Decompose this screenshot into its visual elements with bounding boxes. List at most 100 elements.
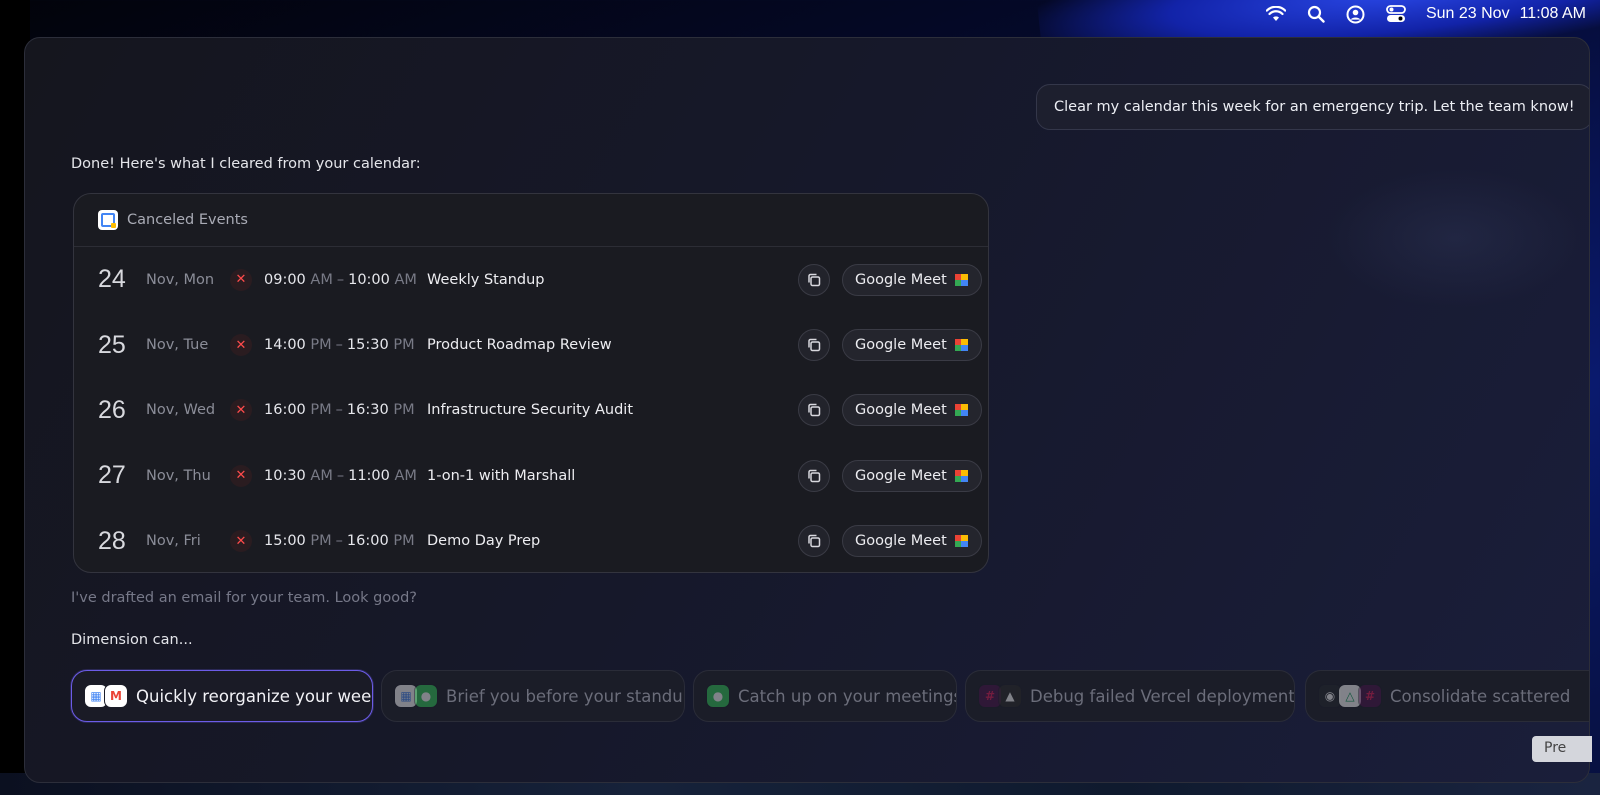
suggestion-chip[interactable]: ▦ ● Brief you before your standup (381, 670, 685, 722)
event-day-number: 24 (98, 265, 126, 294)
event-end-time: 16:00 (346, 533, 389, 550)
event-title: Product Roadmap Review (427, 337, 612, 354)
event-time: 14:00 PM –15:30 PM (264, 337, 427, 353)
suggestion-chip[interactable]: ● Catch up on your meetings (693, 670, 957, 722)
event-end-meridiem: PM (393, 533, 415, 550)
copy-button[interactable] (798, 263, 830, 296)
google-meet-icon (954, 273, 969, 286)
close-icon: ✕ (230, 530, 252, 553)
user-message-text: Clear my calendar this week for an emerg… (1054, 99, 1575, 115)
event-title: Demo Day Prep (427, 533, 541, 550)
menubar-clock[interactable]: Sun 23 Nov 11:08 AM (1426, 5, 1586, 23)
event-day-number: 28 (98, 526, 126, 555)
close-icon: ✕ (230, 464, 252, 487)
event-time: 09:00 AM –10:00 AM (264, 272, 427, 288)
chip-icon-group: ▦ ● (394, 684, 438, 708)
event-date: Nov, Fri (146, 533, 201, 550)
event-end-time: 15:30 (346, 337, 389, 354)
event-end-meridiem: AM (394, 467, 417, 484)
slack-icon: # (1358, 684, 1382, 708)
event-start-time: 09:00 (264, 271, 306, 288)
vercel-icon: ▲ (998, 684, 1022, 708)
time-separator: – (336, 467, 345, 484)
copy-icon (808, 469, 821, 483)
google-meet-icon (954, 339, 969, 352)
search-icon[interactable] (1306, 4, 1326, 24)
assistant-reply: Done! Here's what I cleared from your ca… (71, 156, 421, 172)
suggestion-chip-label: Catch up on your meetings (738, 686, 957, 706)
event-time: 10:30 AM –11:00 AM (264, 468, 427, 484)
google-meet-label: Google Meet (855, 271, 947, 288)
event-time: 16:00 PM –16:30 PM (264, 402, 427, 418)
canceled-events-card: Canceled Events 24 Nov, Mon ✕ 09:00 AM –10:0… (73, 193, 989, 573)
event-date: Nov, Wed (146, 402, 216, 419)
google-meet-button[interactable]: Google Meet (842, 394, 982, 427)
event-start-meridiem: AM (310, 467, 333, 484)
close-icon: ✕ (230, 334, 252, 357)
time-separator: – (335, 337, 343, 354)
copy-icon (808, 404, 821, 417)
copy-button[interactable] (798, 459, 830, 492)
time-separator: – (335, 533, 343, 550)
google-meet-icon (954, 535, 969, 548)
time-separator: – (335, 402, 343, 419)
canceled-marker: ✕ (230, 334, 264, 357)
suggestion-chips: ▦ M Quickly reorganize your week ▦ ● Brief yo… (71, 670, 1589, 724)
copy-icon (808, 273, 821, 286)
event-title: Weekly Standup (427, 271, 545, 288)
suggestion-chip[interactable]: ▦ M Quickly reorganize your week (71, 670, 373, 722)
event-title: 1-on-1 with Marshall (427, 467, 576, 484)
google-meet-icon (954, 469, 969, 482)
google-meet-button[interactable]: Google Meet (842, 263, 982, 296)
copy-button[interactable] (798, 329, 830, 362)
event-end-time: 11:00 (348, 467, 390, 484)
event-row: 27 Nov, Thu ✕ 10:30 AM –11:00 AM 1-on-1 with … (74, 443, 988, 508)
chip-icon-group: ◉ △ # (1318, 684, 1382, 708)
google-meet-button[interactable]: Google Meet (842, 459, 982, 492)
google-meet-button[interactable]: Google Meet (842, 525, 982, 558)
event-end-time: 16:30 (346, 402, 389, 419)
event-day-number: 27 (98, 461, 126, 490)
event-start-meridiem: PM (310, 533, 332, 550)
google-meet-icon (954, 404, 969, 417)
app-window: Clear my calendar this week for an emerg… (24, 37, 1590, 783)
suggestion-chip[interactable]: # ▲ Debug failed Vercel deployments (965, 670, 1295, 722)
suggestion-chip-label: Consolidate scattered (1390, 686, 1571, 706)
event-date: Nov, Thu (146, 467, 211, 484)
suggestion-chip-label: Brief you before your standup (446, 686, 685, 706)
event-start-meridiem: AM (310, 271, 333, 288)
chip-icon-group: ● (706, 684, 730, 708)
time-separator: – (336, 271, 345, 288)
suggestion-chip-label: Quickly reorganize your week (136, 686, 373, 706)
control-center-icon[interactable] (1386, 4, 1406, 24)
event-title: Infrastructure Security Audit (427, 402, 634, 419)
user-message-bubble: Clear my calendar this week for an emerg… (1036, 84, 1589, 130)
google-calendar-icon (98, 210, 118, 230)
close-icon: ✕ (230, 268, 252, 291)
event-start-time: 15:00 (264, 533, 306, 550)
event-day-number: 25 (98, 330, 126, 359)
canceled-marker: ✕ (230, 268, 264, 291)
suggestion-chip[interactable]: ◉ △ # Consolidate scattered (1305, 670, 1589, 722)
event-row: 28 Nov, Fri ✕ 15:00 PM –16:00 PM Demo Day Pre… (74, 509, 988, 572)
event-start-time: 16:00 (264, 402, 306, 419)
event-row: 25 Nov, Tue ✕ 14:00 PM –15:30 PM Product Road… (74, 312, 988, 377)
copy-button[interactable] (798, 394, 830, 427)
event-day-number: 26 (98, 395, 126, 424)
google-meet-label: Google Meet (855, 337, 947, 354)
wifi-icon[interactable] (1265, 4, 1286, 24)
chip-icon-group: # ▲ (978, 684, 1022, 708)
drafted-email-text: I've drafted an email for your team. Loo… (71, 590, 417, 606)
user-circle-icon[interactable] (1346, 4, 1366, 24)
messages-icon: ● (414, 684, 438, 708)
event-end-meridiem: PM (393, 402, 415, 419)
event-start-meridiem: PM (310, 402, 332, 419)
copy-button[interactable] (798, 525, 830, 558)
canceled-marker: ✕ (230, 530, 264, 553)
chip-icon-group: ▦ M (84, 684, 128, 708)
event-end-time: 10:00 (348, 271, 390, 288)
google-meet-button[interactable]: Google Meet (842, 329, 982, 362)
google-meet-label: Google Meet (855, 402, 947, 419)
close-icon: ✕ (230, 399, 252, 422)
overlay-tab[interactable]: Pre (1532, 736, 1592, 762)
